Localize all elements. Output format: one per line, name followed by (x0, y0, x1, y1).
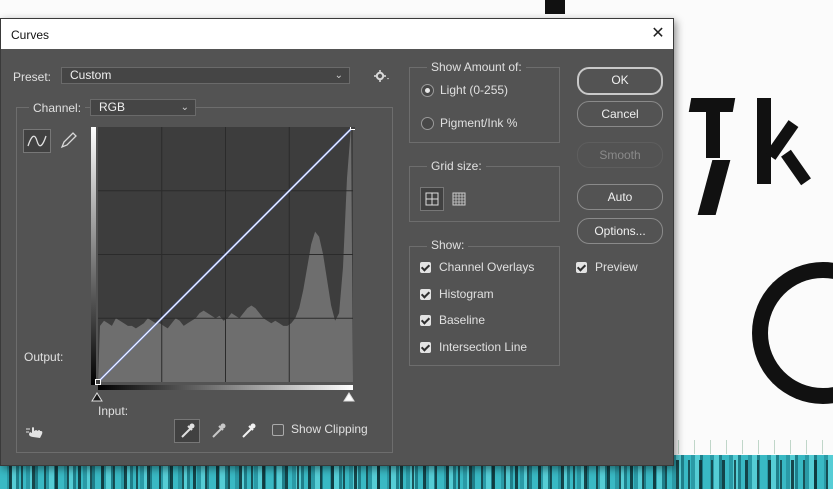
smooth-button[interactable]: Smooth (577, 142, 663, 168)
preview-label: Preview (595, 260, 638, 274)
ok-button[interactable]: OK (577, 67, 663, 95)
pigment-radio[interactable] (421, 117, 434, 130)
chevron-down-icon: ⌄ (180, 102, 189, 113)
show-amount-group (409, 67, 560, 143)
channel-value: RGB (99, 100, 126, 114)
cancel-button[interactable]: Cancel (577, 101, 663, 127)
options-button[interactable]: Options... (577, 218, 663, 244)
black-eyedropper-button[interactable] (174, 419, 200, 443)
dialog-title: Curves (11, 28, 50, 42)
curve-edit-points-button[interactable] (23, 129, 51, 153)
show-legend: Show: (427, 238, 469, 252)
gear-icon[interactable] (373, 69, 391, 83)
input-gradient-bar (98, 385, 353, 390)
curves-dialog: Curves ✕ Preset: Custom ⌄ Channel: RGB ⌄… (0, 18, 674, 466)
pencil-icon[interactable] (57, 131, 79, 151)
baseline-checkbox[interactable] (420, 315, 431, 326)
channel-select[interactable]: RGB ⌄ (90, 99, 196, 116)
curve-point[interactable] (350, 124, 356, 130)
channel-label: Channel: (29, 101, 86, 115)
curve-point[interactable] (95, 379, 101, 385)
detailed-grid-icon[interactable] (448, 188, 470, 210)
histogram-checkbox[interactable] (420, 289, 431, 300)
close-icon[interactable]: ✕ (647, 23, 669, 45)
chevron-down-icon: ⌄ (334, 70, 343, 81)
auto-button[interactable]: Auto (577, 184, 663, 210)
simple-grid-icon (425, 192, 439, 206)
targeted-adjustment-hand-icon[interactable] (25, 423, 47, 441)
light-radio-label: Light (0-255) (440, 83, 509, 97)
show-clipping-label: Show Clipping (291, 422, 368, 436)
baseline-label: Baseline (439, 313, 486, 327)
light-radio[interactable] (421, 84, 434, 97)
white-eyedropper-icon[interactable] (238, 420, 260, 442)
black-point-slider[interactable] (91, 391, 103, 402)
eyedropper-black-icon (181, 423, 195, 438)
preset-label: Preset: (13, 70, 52, 84)
channel-overlays-label: Channel Overlays (439, 260, 535, 274)
output-label: Output: (24, 350, 64, 364)
title-bar: Curves ✕ (1, 19, 673, 49)
intersection-line-label: Intersection Line (439, 340, 528, 354)
simple-grid-button[interactable] (420, 187, 444, 211)
show-amount-legend: Show Amount of: (427, 60, 526, 74)
pigment-radio-label: Pigment/Ink % (440, 116, 518, 130)
white-point-slider[interactable] (343, 391, 355, 402)
intersection-line-checkbox[interactable] (420, 342, 431, 353)
preview-checkbox[interactable] (576, 262, 587, 273)
histogram-label: Histogram (439, 287, 494, 301)
preset-value: Custom (70, 68, 112, 82)
channel-overlays-checkbox[interactable] (420, 262, 431, 273)
show-clipping-checkbox[interactable] (272, 424, 284, 436)
output-gradient-bar (91, 127, 96, 385)
grid-size-legend: Grid size: (427, 159, 486, 173)
gray-eyedropper-icon[interactable] (208, 420, 230, 442)
preset-select[interactable]: Custom ⌄ (61, 67, 350, 84)
input-label: Input: (98, 404, 129, 418)
curves-graph[interactable] (91, 124, 356, 399)
curves-graph-svg[interactable] (91, 124, 356, 399)
